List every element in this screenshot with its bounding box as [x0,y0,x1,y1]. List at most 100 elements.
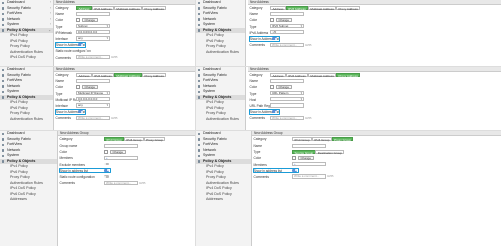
interface-select[interactable]: any [76,103,110,108]
fabric-icon [197,74,201,77]
destination-group-option[interactable]: Destination Group [315,149,345,155]
change-color-button[interactable]: Change [298,156,314,160]
nav-addresses[interactable]: Addresses [0,197,57,203]
static-route-toggle[interactable] [85,49,90,53]
nav-ipv4-dos[interactable]: IPv4 DoS Policy [0,55,53,61]
network-icon [1,85,5,88]
dashboard-icon [1,68,5,72]
subnet-input[interactable]: 0.0.0.0/0.0.0.0 [76,30,110,35]
chart-icon [197,12,201,16]
category-label: Category [59,137,73,141]
type-select[interactable]: Multicast IP Range [76,91,110,96]
category-segment: IPv4 Group IPv6 Group Proxy Group [292,136,354,142]
policy-icon [197,29,201,32]
proxy-group-option[interactable]: Proxy Group [143,136,166,142]
color-swatch [104,149,108,154]
exclude-members-label: Exclude members [59,162,86,167]
change-color-button[interactable]: Change [110,149,126,154]
tab-proxy-address[interactable]: Proxy Address [336,72,361,78]
tab-ipv6-address[interactable]: IPv6 Address [285,5,309,11]
tab-ipv6-address[interactable]: IPv6 Address [91,72,115,78]
host-select[interactable] [270,97,304,102]
type-select[interactable]: IPv6 Subnet [270,24,304,29]
comments-counter: 0/255 [305,43,312,47]
screenshot-ipv6-address: Dashboard Security Fabric FortiView Netw… [196,0,501,66]
highlight-box [54,109,86,115]
sidebar: Dashboard Security Fabric FortiView Netw… [196,0,246,66]
source-group-option[interactable]: Source Group [292,149,316,155]
change-color-button[interactable]: Change [82,85,98,89]
tab-address[interactable]: Address [76,5,93,11]
proxy-address-panel: New Address Category Address IPv6 Addres… [248,67,501,130]
interface-select[interactable]: any [76,36,110,41]
comments-input[interactable]: Write a comment... [76,115,110,120]
change-color-button[interactable]: Change [276,85,292,89]
tab-address[interactable]: Address [270,5,287,11]
tab-multicast-address[interactable]: Multicast Address [307,5,337,11]
comments-input[interactable]: Write a comment... [270,115,304,120]
subnet-label: IP/Netmask [55,30,72,35]
tab-multicast-address[interactable]: Multicast Address [113,5,143,11]
comments-input[interactable]: Write a comment... [270,42,304,47]
dashboard-icon [197,68,201,72]
ipv6-address-input[interactable]: ::/0 [270,30,304,35]
ipv4-group-option[interactable]: IPv4 Group [292,136,313,142]
comments-input[interactable]: Write a comment... [292,174,326,179]
ipv6-group-option[interactable]: IPv6 Group [123,136,144,142]
tab-ipv6-address[interactable]: IPv6 Address [91,5,115,11]
proxy-group-option[interactable]: Proxy Group [331,136,354,142]
type-select[interactable]: URL Pattern [270,91,304,96]
exclude-members-toggle[interactable] [104,162,109,166]
chart-icon [197,79,201,83]
host-label: Host [249,97,257,102]
color-swatch [292,156,296,160]
type-label: Type [249,24,257,29]
color-swatch [270,18,274,22]
name-input[interactable] [270,78,304,83]
color-label: Color [55,85,64,90]
name-input[interactable] [76,11,110,16]
comments-label: Comments [55,116,71,121]
name-input[interactable] [292,143,326,148]
tab-ipv6-address[interactable]: IPv6 Address [285,72,309,78]
color-label: Color [249,18,258,23]
nav-auth-rules[interactable]: Authentication Rules [196,117,245,123]
screenshot-address-group: Dashboard Security Fabric FortiView Netw… [0,131,195,246]
ipv6-group-option[interactable]: IPv6 Group [311,136,332,142]
tab-proxy-address[interactable]: Proxy Address [142,5,167,11]
nav-auth-rules[interactable]: Authentication Rules [0,117,53,123]
gear-icon [1,154,5,158]
name-input[interactable] [270,11,304,16]
multicast-range-input[interactable]: 0.0.0.0-0.0.0.0 [76,97,110,102]
comments-counter: 0/255 [139,181,146,185]
ipv4-group-option[interactable]: IPv4 Group [104,136,125,142]
tab-multicast-address[interactable]: Multicast Address [307,72,337,78]
members-input[interactable]: + [292,162,326,167]
type-select[interactable]: Subnet [76,24,110,29]
nav-auth-rules[interactable]: Authentication Rules [196,50,245,56]
tab-address[interactable]: Address [76,72,93,78]
static-route-toggle[interactable] [104,175,109,178]
horizontal-divider-top [0,66,501,67]
tab-address[interactable]: Address [270,72,287,78]
change-color-button[interactable]: Change [82,18,98,22]
tab-proxy-address[interactable]: Proxy Address [336,5,361,11]
static-route-label: Static route configuration [59,174,95,179]
nav-addresses[interactable]: Addresses [196,197,251,203]
tab-multicast-address[interactable]: Multicast Address [113,72,143,78]
comments-input[interactable]: Write a comment... [76,55,110,60]
name-input[interactable] [76,78,110,83]
screenshot-address: Dashboard › Security Fabric › FortiView › N… [0,0,195,66]
url-path-regex-input[interactable] [270,103,304,108]
group-name-label: Group name [59,144,78,148]
policy-icon [197,96,201,99]
change-color-button[interactable]: Change [276,18,292,22]
comments-input[interactable]: Write a comment... [104,180,138,185]
fabric-icon [1,74,5,77]
members-input[interactable]: + [104,155,138,161]
tab-proxy-address[interactable]: Proxy Address [142,72,167,78]
highlight-box [248,109,280,115]
group-name-input[interactable] [104,143,138,148]
dashboard-icon [1,132,5,136]
ipv6-address-panel: New Address Category Address IPv6 Addres… [248,0,501,66]
